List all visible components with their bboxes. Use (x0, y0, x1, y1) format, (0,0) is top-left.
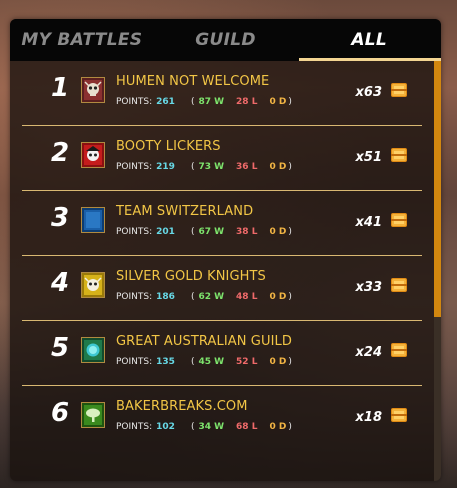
treasure-chest-icon (390, 146, 408, 164)
open-paren: ( (190, 357, 195, 367)
reward-multiplier: x24 (355, 345, 382, 360)
treasure-chest-icon (390, 276, 408, 294)
wins-value: 87 W (198, 97, 225, 107)
guild-stats: POINTS: 219 (73 W 36 L 0 D) (116, 162, 292, 172)
wins-value: 45 W (198, 357, 225, 367)
reward-multiplier: x41 (355, 215, 382, 230)
pirate-crest-icon (81, 142, 105, 168)
tab-guild[interactable]: GUILD (154, 19, 298, 61)
leaderboard-panel: MY BATTLES GUILD ALL 1 HUMEN NOT WELCOME… (10, 19, 441, 481)
losses-value: 52 L (236, 357, 258, 367)
losses-value: 48 L (236, 292, 258, 302)
reward-multiplier: x63 (355, 85, 382, 100)
rank-number: 4 (50, 268, 70, 298)
guild-name[interactable]: TEAM SWITZERLAND (116, 204, 253, 219)
points-label: POINTS: (116, 227, 153, 237)
treasure-chest-icon (390, 341, 408, 359)
wins-value: 73 W (198, 162, 225, 172)
points-label: POINTS: (116, 422, 153, 432)
rank-number: 2 (50, 138, 70, 168)
close-paren: ) (288, 227, 292, 237)
guild-stats: POINTS: 261 (87 W 28 L 0 D) (116, 97, 292, 107)
guild-name[interactable]: GREAT AUSTRALIAN GUILD (116, 334, 292, 349)
open-paren: ( (190, 97, 195, 107)
guild-row[interactable]: 1 HUMEN NOT WELCOME POINTS: 261 (87 W 28 L 0… (22, 61, 422, 126)
tab-my-battles[interactable]: MY BATTLES (10, 19, 154, 61)
draws-value: 0 D (269, 292, 287, 302)
guild-row[interactable]: 2 BOOTY LICKERS POINTS: 219(73 W 36 L0 D) … (22, 126, 422, 191)
points-value: 261 (156, 97, 175, 107)
tab-all[interactable]: ALL (297, 19, 441, 61)
points-value: 186 (156, 292, 175, 302)
rank-number: 6 (50, 398, 70, 428)
guild-stats: POINTS: 201 (67 W 38 L 0 D) (116, 227, 292, 237)
guild-name[interactable]: BAKERBREAKS.COM (116, 399, 248, 414)
points-label: POINTS: (116, 162, 153, 172)
open-paren: ( (190, 162, 195, 172)
reward-multiplier: x51 (355, 150, 382, 165)
guild-row[interactable]: 5 GREAT AUSTRALIAN GUILD POINTS: 135 (45 W… (22, 321, 422, 386)
close-paren: ) (288, 97, 292, 107)
close-paren: ) (288, 162, 292, 172)
wins-value: 34 W (198, 422, 225, 432)
draws-value: 0 D (269, 227, 287, 237)
close-paren: ) (288, 292, 292, 302)
draws-value: 0 D (269, 162, 287, 172)
points-value: 102 (156, 422, 175, 432)
treasure-chest-icon (390, 406, 408, 424)
orb-crest-icon (81, 337, 105, 363)
tab-bar: MY BATTLES GUILD ALL (10, 19, 441, 61)
knight-skull-crest-icon (81, 272, 105, 298)
points-value: 201 (156, 227, 175, 237)
blue-banner-icon (81, 207, 105, 233)
draws-value: 0 D (269, 97, 287, 107)
open-paren: ( (190, 422, 195, 432)
treasure-chest-icon (390, 211, 408, 229)
guild-name[interactable]: SILVER GOLD KNIGHTS (116, 269, 266, 284)
close-paren: ) (288, 422, 292, 432)
rank-number: 5 (50, 333, 70, 363)
losses-value: 28 L (236, 97, 258, 107)
guild-name[interactable]: BOOTY LICKERS (116, 139, 221, 154)
guild-row[interactable]: 4 SILVER GOLD KNIGHTS POINTS: 186 (62 W 48 … (22, 256, 422, 321)
reward-multiplier: x18 (355, 410, 382, 425)
losses-value: 68 L (236, 422, 258, 432)
points-label: POINTS: (116, 292, 153, 302)
tree-crest-icon (81, 402, 105, 428)
points-value: 219 (156, 162, 175, 172)
wins-value: 67 W (198, 227, 225, 237)
points-label: POINTS: (116, 97, 153, 107)
treasure-chest-icon (390, 81, 408, 99)
points-value: 135 (156, 357, 175, 367)
guild-row[interactable]: 6 BAKERBREAKS.COM POINTS: 102 (34 W 68 L 0 D… (22, 386, 422, 450)
rank-number: 1 (50, 73, 70, 103)
scrollbar[interactable] (434, 61, 441, 481)
open-paren: ( (190, 292, 195, 302)
draws-value: 0 D (269, 357, 287, 367)
guild-row[interactable]: 3 TEAM SWITZERLAND POINTS: 201 (67 W 38 L 0 … (22, 191, 422, 256)
open-paren: ( (190, 227, 195, 237)
guild-stats: POINTS: 102 (34 W 68 L 0 D) (116, 422, 292, 432)
skull-crest-icon (81, 77, 105, 103)
guild-name[interactable]: HUMEN NOT WELCOME (116, 74, 269, 89)
reward-multiplier: x33 (355, 280, 382, 295)
rank-number: 3 (50, 203, 70, 233)
losses-value: 36 L (236, 162, 258, 172)
guild-list: 1 HUMEN NOT WELCOME POINTS: 261(87 W 28 L0… (10, 61, 434, 450)
points-label: POINTS: (116, 357, 153, 367)
wins-value: 62 W (198, 292, 225, 302)
draws-value: 0 D (269, 422, 287, 432)
guild-stats: POINTS: 135 (45 W 52 L 0 D) (116, 357, 292, 367)
losses-value: 38 L (236, 227, 258, 237)
close-paren: ) (288, 357, 292, 367)
guild-stats: POINTS: 186 (62 W 48 L 0 D) (116, 292, 292, 302)
scrollbar-thumb[interactable] (434, 61, 441, 317)
